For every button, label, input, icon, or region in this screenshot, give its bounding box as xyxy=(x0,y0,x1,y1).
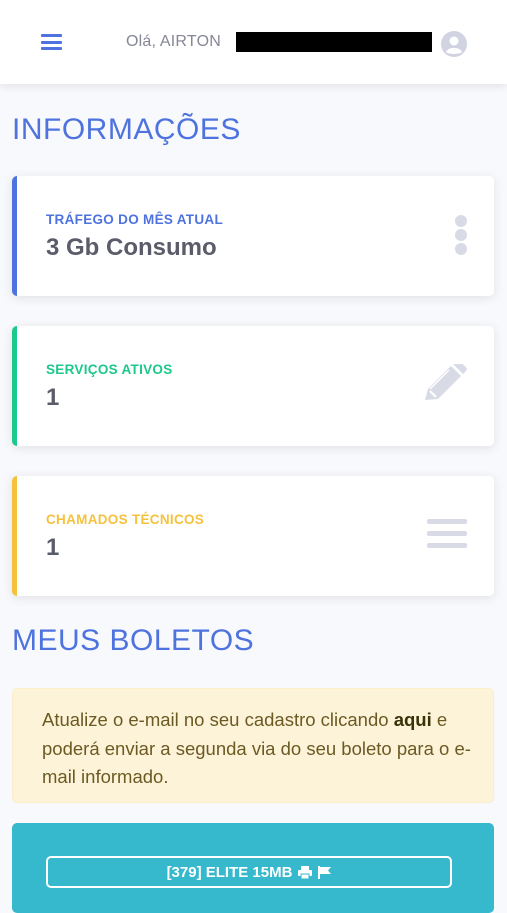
card-label: CHAMADOS TÉCNICOS xyxy=(46,512,205,527)
aqui-link[interactable]: aqui xyxy=(394,709,432,730)
card-value: 3 Gb Consumo xyxy=(46,234,217,261)
ellipsis-vertical-icon[interactable] xyxy=(453,214,469,256)
card-servicos[interactable]: SERVIÇOS ATIVOS 1 xyxy=(12,326,494,446)
boleto-button[interactable]: [379] ELITE 15MB xyxy=(46,856,452,888)
hamburger-icon[interactable] xyxy=(41,34,62,50)
alert-text-start: Atualize o e-mail no seu cadastro clican… xyxy=(42,709,389,730)
card-label: TRÁFEGO DO MÊS ATUAL xyxy=(46,212,223,227)
redacted-name xyxy=(236,32,432,52)
user-circle-icon[interactable] xyxy=(440,30,468,58)
card-label: SERVIÇOS ATIVOS xyxy=(46,362,173,377)
card-value: 1 xyxy=(46,384,60,411)
list-icon[interactable] xyxy=(427,518,467,550)
card-chamados[interactable]: CHAMADOS TÉCNICOS 1 xyxy=(12,476,494,596)
top-navbar: Olá, AIRTON xyxy=(0,0,507,84)
pencil-icon[interactable] xyxy=(421,364,467,404)
section-title-informacoes: INFORMAÇÕES xyxy=(12,113,241,146)
print-icon[interactable] xyxy=(298,865,313,879)
boleto-label: [379] ELITE 15MB xyxy=(166,863,293,881)
update-email-alert: Atualize o e-mail no seu cadastro clican… xyxy=(12,688,494,803)
greeting-text: Olá, AIRTON xyxy=(126,33,221,50)
flag-icon[interactable] xyxy=(318,865,332,879)
card-trafego[interactable]: TRÁFEGO DO MÊS ATUAL 3 Gb Consumo xyxy=(12,176,494,296)
section-title-meus-boletos: MEUS BOLETOS xyxy=(12,624,255,657)
card-value: 1 xyxy=(46,534,60,561)
